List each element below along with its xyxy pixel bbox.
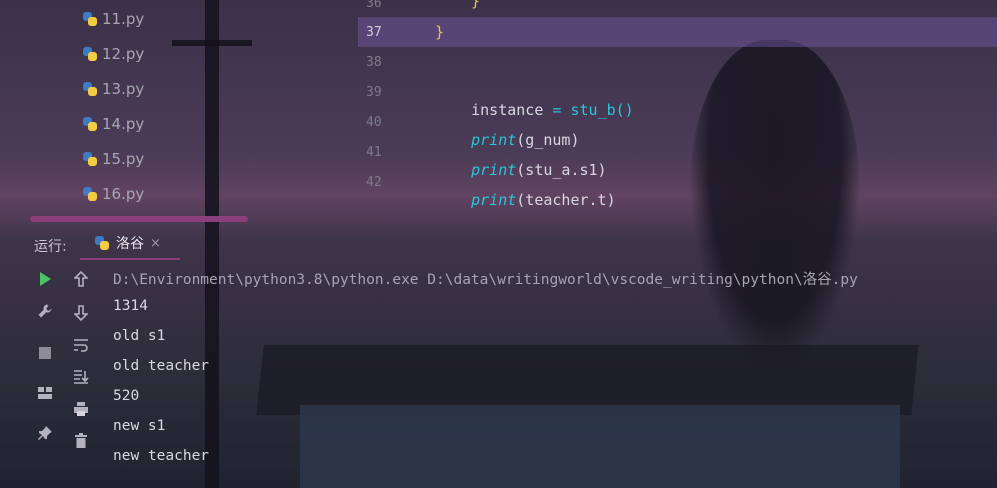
arrow-up-icon[interactable] [70,268,92,290]
file-name: 15.py [102,150,145,168]
python-file-icon [82,186,98,202]
print-function: print [471,191,517,209]
close-icon[interactable]: × [150,236,161,251]
constructor-call: stu_b() [570,101,634,119]
file-name: 12.py [102,45,145,63]
python-file-icon [82,46,98,62]
play-icon[interactable] [34,268,56,290]
soft-wrap-icon[interactable] [70,334,92,356]
console-output-line: new teacher [113,448,210,464]
line-number: 39 [366,85,382,100]
python-file-icon [82,151,98,167]
building [300,405,900,488]
python-file-icon [94,235,110,251]
current-line-highlight [358,17,997,47]
python-file-icon [82,81,98,97]
print-argument: (teacher.t) [516,191,616,209]
stop-icon[interactable] [34,342,56,364]
file-item[interactable]: 12.py [82,45,144,63]
file-item[interactable]: 15.py [82,150,144,168]
print-icon[interactable] [70,398,92,420]
run-tool-window-header: 运行: 洛谷 × [0,228,997,262]
file-item[interactable]: 14.py [82,115,144,133]
pin-icon[interactable] [34,422,56,444]
file-item[interactable]: 11.py [82,10,144,28]
console-output-line: old s1 [113,328,166,344]
run-tab[interactable]: 洛谷 × [80,228,180,260]
python-file-icon [82,116,98,132]
run-tab-name: 洛谷 [116,236,144,252]
run-label: 运行: [34,239,67,255]
wrench-icon[interactable] [34,300,56,322]
console-output-line: 520 [113,388,140,404]
console-output-line: 1314 [113,298,148,314]
console-command-line: D:\Environment\python3.8\python.exe D:\d… [113,272,858,288]
line-number-current: 37 [366,25,382,40]
trash-icon[interactable] [70,430,92,452]
file-item[interactable]: 13.py [82,80,144,98]
console-output-line: old teacher [113,358,210,374]
line-number: 36 [366,0,382,11]
file-name: 16.py [102,185,145,203]
line-number: 41 [366,145,382,160]
file-name: 11.py [102,10,145,28]
project-tree: 11.py 12.py 13.py 14.py 15.py 16.py [0,0,358,228]
code-brace: } [435,23,445,41]
tree-scrollbar[interactable] [30,216,248,222]
scroll-to-end-icon[interactable] [70,366,92,388]
line-number: 42 [366,175,382,190]
arrow-down-icon[interactable] [70,302,92,324]
file-name: 13.py [102,80,145,98]
python-file-icon [82,11,98,27]
layout-icon[interactable] [34,382,56,404]
line-number: 38 [366,55,382,70]
code-brace: } [471,0,481,10]
file-item[interactable]: 16.py [82,185,144,203]
line-number: 40 [366,115,382,130]
code-line: print(teacher.t) [435,173,616,227]
console-output-line: new s1 [113,418,166,434]
rooftop [256,345,919,415]
file-name: 14.py [102,115,145,133]
code-editor[interactable]: 36 37 38 39 40 41 42 } } instance = stu_… [358,0,997,228]
